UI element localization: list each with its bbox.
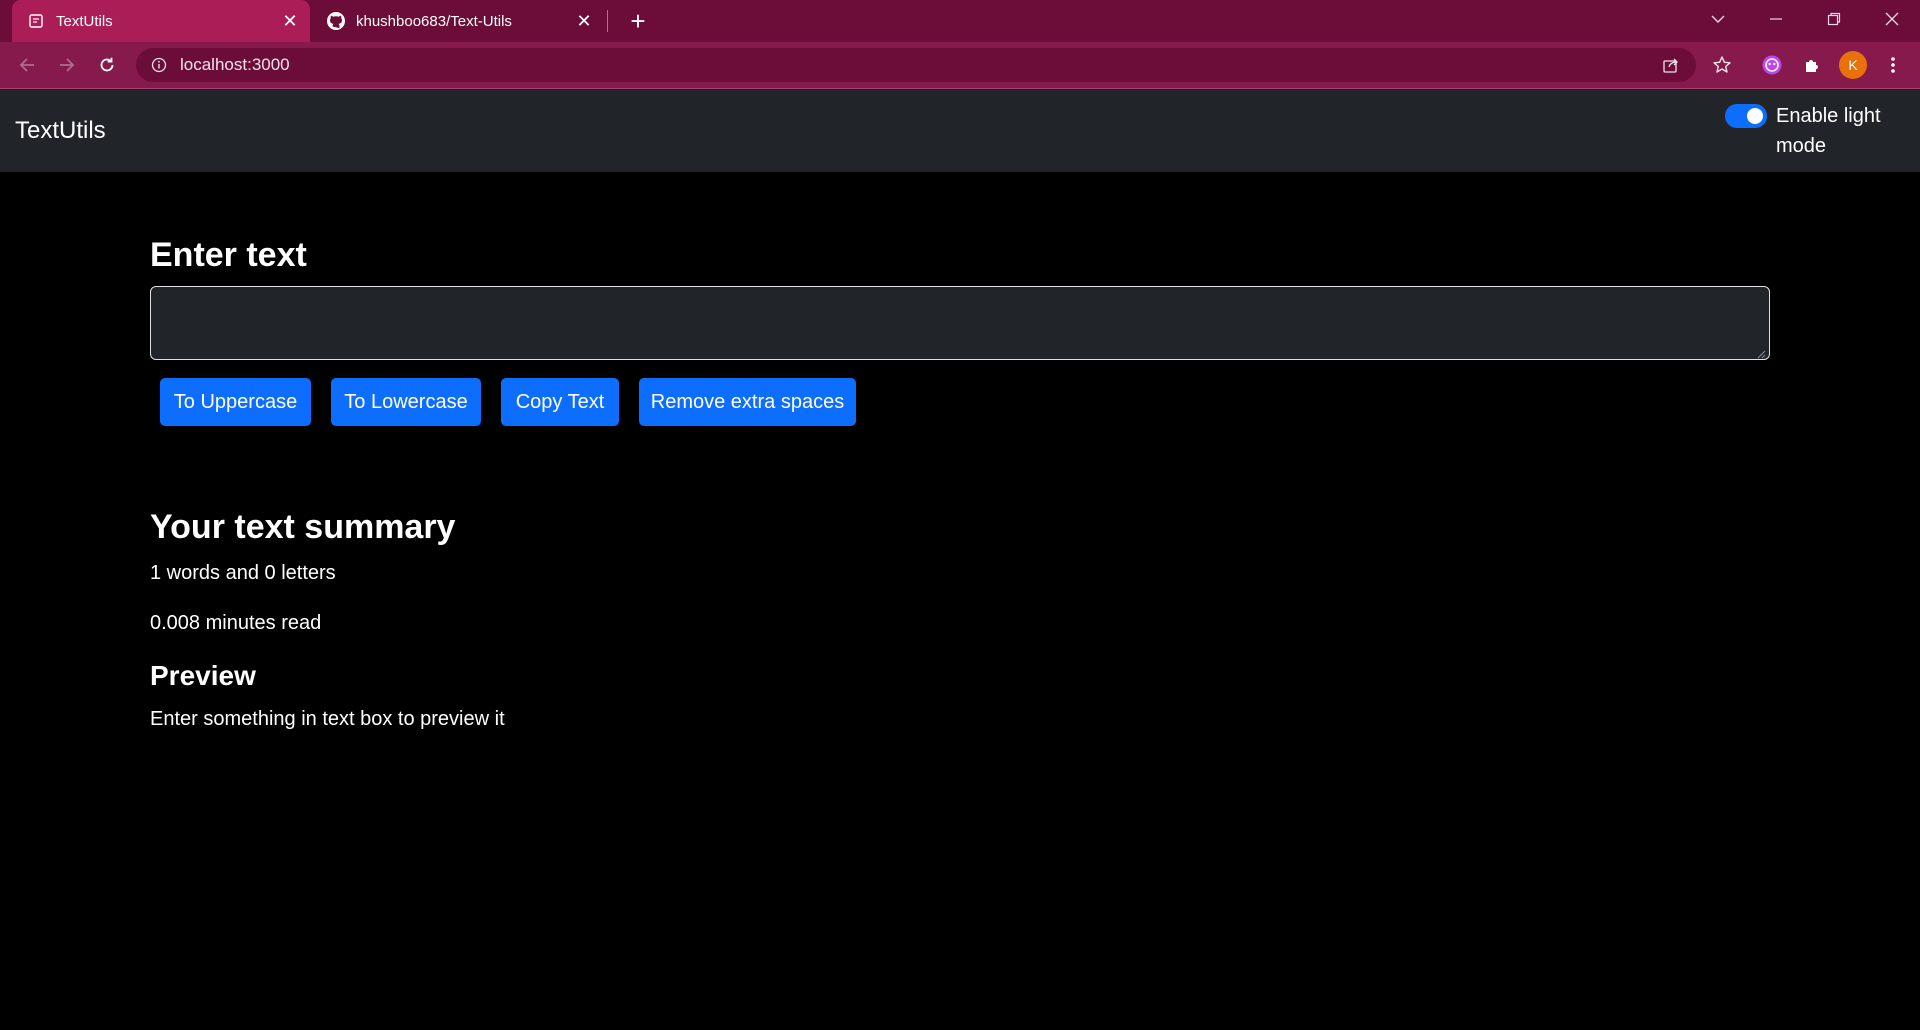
app-navbar: TextUtils Enable light mode — [0, 89, 1920, 172]
uppercase-button[interactable]: To Uppercase — [160, 378, 311, 426]
puzzle-icon[interactable] — [1799, 51, 1827, 79]
toggle-knob — [1747, 108, 1763, 124]
site-info-icon[interactable] — [150, 56, 168, 74]
enter-text-heading: Enter text — [150, 236, 307, 274]
tab-separator — [607, 10, 608, 32]
resize-grip-icon[interactable] — [1756, 346, 1766, 359]
summary-heading: Your text summary — [150, 508, 456, 546]
restore-icon[interactable] — [1806, 0, 1862, 38]
preview-text: Enter something in text box to preview i… — [150, 708, 505, 730]
reload-icon[interactable] — [91, 49, 123, 81]
back-arrow-icon[interactable] — [11, 49, 43, 81]
profile-avatar[interactable]: K — [1839, 51, 1867, 79]
read-time: 0.008 minutes read — [150, 612, 322, 634]
tab-textutils[interactable]: TextUtils ✕ — [12, 0, 310, 42]
browser-tab-strip: TextUtils ✕ khushboo683/Text-Utils ✕ + — [0, 0, 1920, 42]
menu-kebab-icon[interactable] — [1879, 51, 1907, 79]
minimize-icon[interactable] — [1748, 0, 1804, 38]
github-icon — [326, 11, 346, 31]
light-mode-toggle[interactable] — [1725, 104, 1767, 128]
brand-link[interactable]: TextUtils — [15, 117, 106, 145]
remove-extra-spaces-button[interactable]: Remove extra spaces — [639, 378, 856, 426]
share-icon[interactable] — [1658, 52, 1684, 78]
bookmark-star-icon[interactable] — [1708, 51, 1736, 79]
address-bar[interactable]: localhost:3000 — [136, 48, 1696, 82]
close-window-icon[interactable] — [1864, 0, 1920, 38]
tab-github-repo[interactable]: khushboo683/Text-Utils ✕ — [312, 0, 604, 42]
forward-arrow-icon[interactable] — [51, 49, 83, 81]
extension-icon[interactable] — [1758, 51, 1786, 79]
url-text: localhost:3000 — [180, 55, 290, 74]
copy-text-button[interactable]: Copy Text — [501, 378, 619, 426]
close-tab-icon[interactable]: ✕ — [570, 7, 598, 35]
close-tab-icon[interactable]: ✕ — [276, 7, 304, 35]
lowercase-button[interactable]: To Lowercase — [331, 378, 481, 426]
text-input[interactable] — [150, 286, 1770, 360]
tab-title: khushboo683/Text-Utils — [356, 12, 512, 30]
light-mode-label[interactable]: Enable light mode — [1776, 101, 1906, 161]
document-icon — [26, 11, 46, 31]
new-tab-button[interactable]: + — [622, 5, 654, 37]
preview-heading: Preview — [150, 660, 256, 691]
word-letter-count: 1 words and 0 letters — [150, 562, 336, 584]
tab-title: TextUtils — [56, 12, 113, 30]
browser-toolbar: localhost:3000 K — [0, 42, 1920, 88]
tab-search-icon[interactable] — [1690, 0, 1746, 38]
